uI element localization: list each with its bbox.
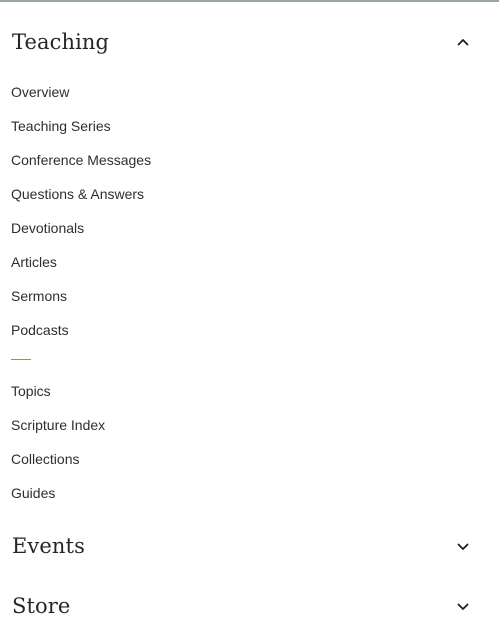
nav-item-topics[interactable]: Topics bbox=[11, 382, 51, 400]
nav-item-podcasts[interactable]: Podcasts bbox=[11, 321, 69, 339]
store-section-header[interactable]: Store bbox=[0, 588, 499, 628]
events-title: Events bbox=[12, 534, 85, 558]
store-title: Store bbox=[12, 594, 71, 618]
nav-item-questions-answers[interactable]: Questions & Answers bbox=[11, 185, 144, 203]
chevron-up-icon[interactable] bbox=[455, 34, 471, 50]
top-border bbox=[0, 0, 499, 2]
nav-item-sermons[interactable]: Sermons bbox=[11, 287, 67, 305]
nav-item-devotionals[interactable]: Devotionals bbox=[11, 219, 84, 237]
chevron-down-icon[interactable] bbox=[455, 539, 471, 555]
events-section-header[interactable]: Events bbox=[0, 528, 499, 568]
nav-item-overview[interactable]: Overview bbox=[11, 83, 69, 101]
nav-item-collections[interactable]: Collections bbox=[11, 450, 79, 468]
chevron-down-icon[interactable] bbox=[455, 599, 471, 615]
section-divider bbox=[11, 359, 31, 360]
nav-item-conference-messages[interactable]: Conference Messages bbox=[11, 151, 151, 169]
teaching-section-header[interactable]: Teaching bbox=[0, 24, 499, 64]
nav-item-guides[interactable]: Guides bbox=[11, 484, 55, 502]
nav-item-teaching-series[interactable]: Teaching Series bbox=[11, 117, 111, 135]
nav-item-articles[interactable]: Articles bbox=[11, 253, 57, 271]
nav-item-scripture-index[interactable]: Scripture Index bbox=[11, 416, 105, 434]
teaching-title: Teaching bbox=[12, 30, 110, 54]
